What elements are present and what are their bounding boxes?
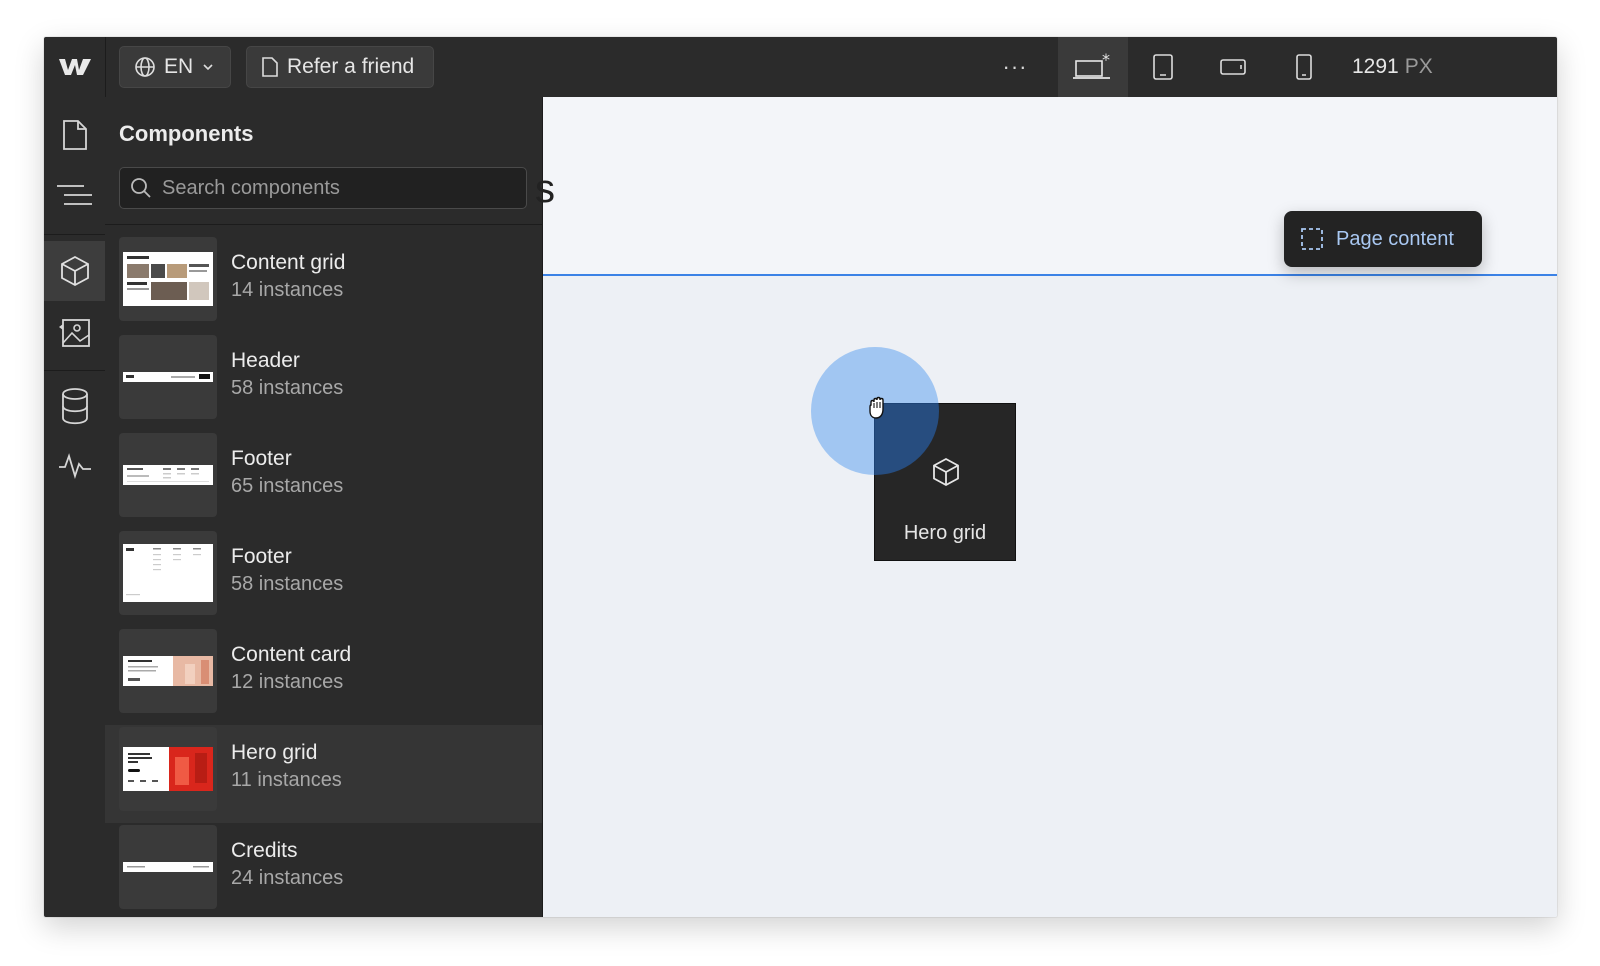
- dragged-component-label: Hero grid: [903, 522, 987, 544]
- component-instance-count: 14 instances: [231, 279, 344, 301]
- component-instance-count: 65 instances: [231, 475, 344, 497]
- component-name: Content grid: [231, 251, 346, 274]
- navigator-icon: [56, 185, 92, 205]
- component-name: Footer: [231, 447, 292, 470]
- page-content-label: Page content: [1336, 227, 1454, 250]
- component-item-content-card[interactable]: Content card 12 instances: [105, 627, 542, 725]
- component-thumbnail: [119, 335, 217, 419]
- phone-landscape-icon: [1220, 59, 1246, 75]
- rail-divider: [44, 234, 105, 235]
- database-icon: [61, 388, 88, 425]
- activity-button[interactable]: [44, 436, 105, 496]
- component-item-content-grid[interactable]: Content grid 14 instances: [105, 235, 542, 333]
- designer-window: EN Refer a friend ··· * 1291 PX Componen…: [44, 37, 1557, 917]
- canvas-top-section[interactable]: s Page content: [535, 97, 1557, 276]
- component-name: Credits: [231, 839, 298, 862]
- cms-button[interactable]: [44, 376, 105, 436]
- assets-button[interactable]: [44, 302, 105, 362]
- component-item-credits[interactable]: Credits 24 instances: [105, 823, 542, 917]
- language-label: EN: [164, 55, 194, 78]
- globe-icon: [135, 57, 155, 77]
- panel-divider: [105, 224, 542, 225]
- component-thumbnail: [119, 629, 217, 713]
- component-instance-count: 58 instances: [231, 377, 344, 399]
- components-panel: Components Search components Content gri…: [105, 97, 543, 917]
- box-icon: [60, 255, 89, 287]
- component-instance-count: 24 instances: [231, 867, 344, 889]
- search-field[interactable]: [119, 167, 527, 209]
- component-name: Header: [231, 349, 300, 372]
- component-name: Content card: [231, 643, 352, 666]
- component-instance-count: 12 instances: [231, 671, 344, 693]
- left-rail: [44, 97, 106, 917]
- language-select[interactable]: EN: [119, 46, 231, 88]
- svg-text:*: *: [1102, 52, 1110, 69]
- more-label: ···: [1002, 54, 1028, 79]
- page-content-drop-target[interactable]: Page content: [1284, 211, 1482, 267]
- component-instance-count: 11 instances: [231, 769, 342, 791]
- component-thumbnail: [119, 825, 217, 909]
- page-icon: [262, 57, 278, 77]
- pages-button[interactable]: [44, 105, 105, 165]
- component-item-hero-grid[interactable]: Hero grid 11 instances: [105, 725, 542, 823]
- desktop-star-icon: *: [1073, 52, 1110, 79]
- component-thumbnail: [119, 727, 217, 811]
- webflow-logo-icon: [58, 59, 91, 75]
- breakpoint-width-value: 1291: [1352, 55, 1399, 78]
- refer-label: Refer a friend: [287, 55, 415, 78]
- component-name: Footer: [231, 545, 292, 568]
- design-canvas[interactable]: s Page content Hero grid: [535, 97, 1557, 917]
- components-list: Content grid 14 instances Header 58 inst…: [105, 235, 542, 917]
- search-icon: [131, 178, 151, 198]
- top-toolbar: EN Refer a friend ··· * 1291 PX: [44, 37, 1557, 98]
- panel-title: Components: [119, 121, 254, 146]
- component-thumbnail: [119, 433, 217, 517]
- breakpoint-width-unit: PX: [1404, 55, 1433, 78]
- breakpoint-width-readout[interactable]: 1291 PX: [1352, 37, 1433, 97]
- navigator-button[interactable]: [44, 165, 105, 225]
- desktop-breakpoint-button[interactable]: *: [1058, 37, 1128, 97]
- mobile-portrait-breakpoint-button[interactable]: [1274, 37, 1334, 97]
- mobile-landscape-breakpoint-button[interactable]: [1203, 37, 1263, 97]
- rail-divider: [44, 370, 105, 371]
- component-item-header[interactable]: Header 58 instances: [105, 333, 542, 431]
- component-item-footer[interactable]: Footer 65 instances: [105, 431, 542, 529]
- dashed-selection-icon: [1301, 228, 1323, 250]
- more-options-button[interactable]: ···: [985, 37, 1045, 97]
- tablet-icon: [1153, 54, 1173, 80]
- phone-portrait-icon: [1296, 54, 1312, 80]
- webflow-logo[interactable]: [44, 37, 106, 97]
- component-item-footer[interactable]: Footer 58 instances: [105, 529, 542, 627]
- components-button[interactable]: [44, 241, 105, 301]
- refer-a-friend-button[interactable]: Refer a friend: [246, 46, 434, 88]
- component-thumbnail: [119, 531, 217, 615]
- image-icon: [58, 319, 90, 347]
- chevron-down-icon: [203, 64, 213, 71]
- component-name: Hero grid: [231, 741, 318, 764]
- page-icon: [62, 120, 87, 150]
- canvas-partial-heading: s: [535, 167, 555, 211]
- search-input[interactable]: [160, 175, 524, 201]
- tablet-breakpoint-button[interactable]: [1133, 37, 1193, 97]
- activity-pulse-icon: [58, 453, 91, 479]
- component-instance-count: 58 instances: [231, 573, 344, 595]
- component-thumbnail: [119, 237, 217, 321]
- grab-hand-cursor-icon: [865, 393, 893, 426]
